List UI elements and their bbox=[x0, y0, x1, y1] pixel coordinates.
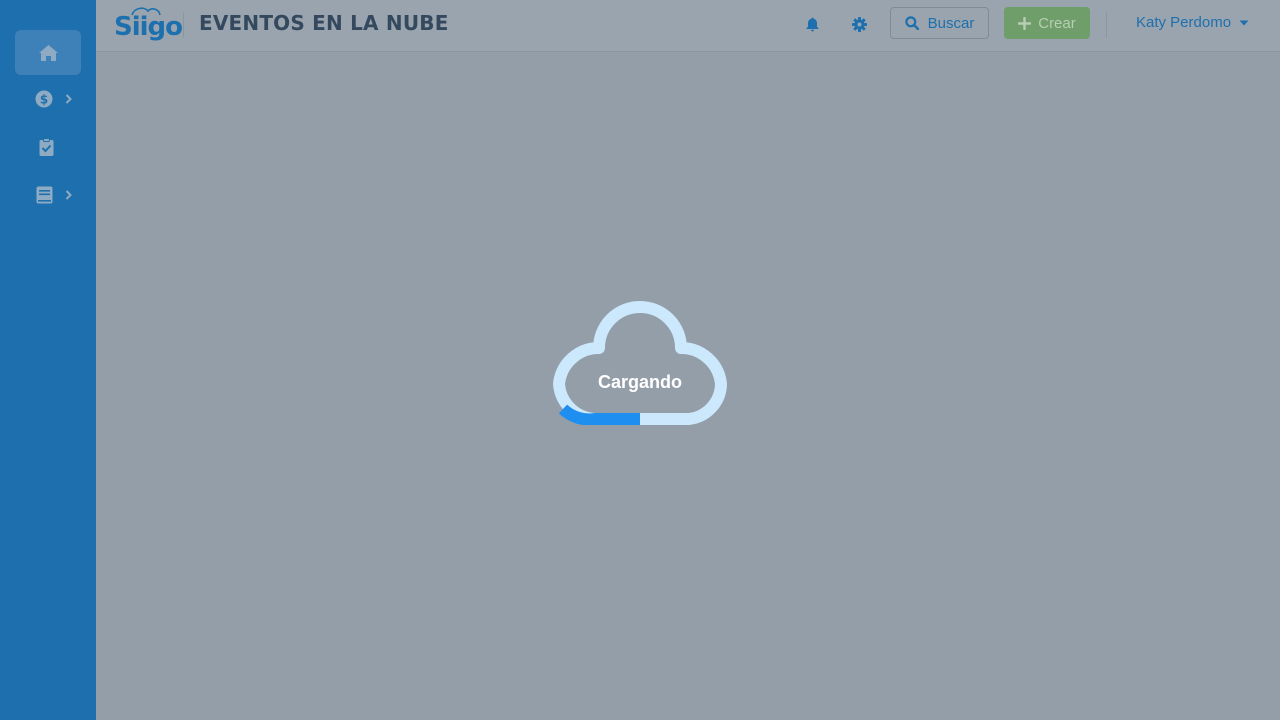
header-divider bbox=[183, 12, 184, 38]
loading-indicator: Cargando bbox=[545, 300, 735, 426]
sidebar: $ bbox=[0, 0, 96, 720]
loader-progress-bar bbox=[558, 404, 640, 426]
home-icon bbox=[38, 44, 58, 61]
dollar-icon: $ bbox=[35, 90, 53, 107]
caret-down-icon bbox=[1239, 20, 1249, 25]
create-button-label: Crear bbox=[1038, 14, 1076, 32]
cloud-loader-icon bbox=[553, 301, 727, 426]
user-name: Katy Perdomo bbox=[1136, 14, 1232, 31]
bell-icon bbox=[806, 17, 818, 31]
top-header: Siigo EVENTOS EN LA NUBE Buscar Crear Ka… bbox=[96, 0, 1280, 52]
sidebar-item-home[interactable] bbox=[15, 30, 81, 75]
settings-button[interactable] bbox=[849, 14, 869, 34]
search-button-label: Buscar bbox=[927, 14, 975, 32]
svg-text:$: $ bbox=[40, 92, 48, 106]
user-menu[interactable]: Katy Perdomo bbox=[1136, 14, 1249, 31]
search-button[interactable]: Buscar bbox=[890, 7, 989, 39]
loading-text: Cargando bbox=[597, 372, 682, 392]
book-icon bbox=[36, 186, 52, 203]
sidebar-item-finance[interactable]: $ bbox=[15, 76, 81, 121]
clipboard-check-icon bbox=[39, 137, 54, 156]
notifications-button[interactable] bbox=[802, 14, 822, 34]
header-divider bbox=[1106, 12, 1107, 38]
plus-icon bbox=[1018, 16, 1032, 30]
chevron-right-icon bbox=[65, 93, 72, 104]
logo-text: Siigo bbox=[114, 12, 183, 42]
search-icon bbox=[904, 16, 919, 30]
create-button[interactable]: Crear bbox=[1004, 7, 1090, 39]
page-title: EVENTOS EN LA NUBE bbox=[199, 11, 449, 35]
chevron-right-icon bbox=[65, 189, 72, 200]
gear-icon bbox=[851, 16, 867, 32]
sidebar-item-tasks[interactable] bbox=[15, 124, 81, 169]
sidebar-item-books[interactable] bbox=[15, 172, 81, 217]
